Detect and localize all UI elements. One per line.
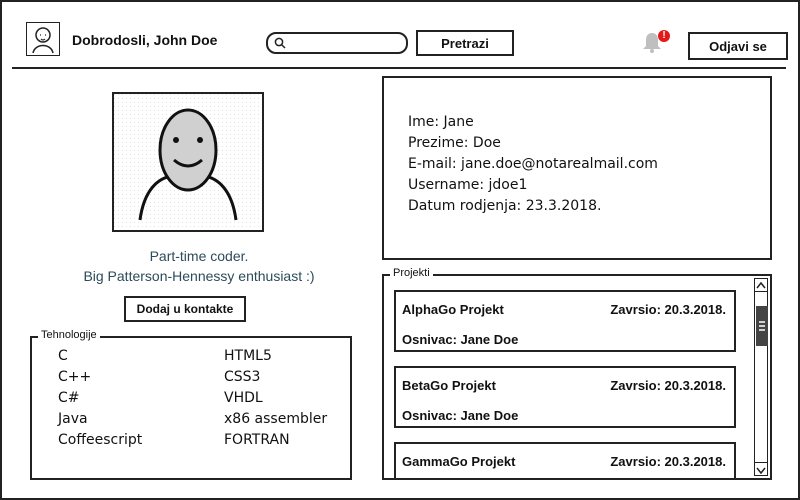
- project-completed: Zavrsio: 20.3.2018.: [610, 378, 726, 393]
- technology-item: CSS3: [224, 369, 261, 385]
- search-icon: [274, 36, 286, 49]
- project-owner: Osnivac: Jane Doe: [402, 408, 519, 423]
- technology-item: C++: [58, 369, 92, 385]
- scroll-thumb[interactable]: [756, 306, 768, 346]
- search-input[interactable]: [266, 32, 408, 54]
- project-card[interactable]: BetaGo Projekt Zavrsio: 20.3.2018. Osniv…: [394, 366, 736, 428]
- technologies-column-2: HTML5 CSS3 VHDL x86 assembler FORTRAN: [224, 346, 327, 451]
- profile-picture: [112, 92, 264, 232]
- add-contact-button[interactable]: Dodaj u kontakte: [124, 296, 246, 322]
- projects-box: AlphaGo Projekt Zavrsio: 20.3.2018. Osni…: [382, 274, 772, 480]
- bio-line: Part-time coder.: [149, 248, 249, 264]
- technology-item: Java: [58, 411, 88, 427]
- info-email: E-mail: jane.doe@notarealmail.com: [408, 156, 658, 172]
- technology-item: HTML5: [224, 348, 272, 364]
- info-birthdate: Datum rodjenja: 23.3.2018.: [408, 198, 602, 214]
- technology-item: FORTRAN: [224, 432, 290, 448]
- scroll-track[interactable]: [754, 292, 768, 462]
- project-name: BetaGo Projekt: [402, 378, 496, 393]
- user-info-box: Ime: Jane Prezime: Doe E-mail: jane.doe@…: [382, 76, 772, 260]
- project-card[interactable]: GammaGo Projekt Zavrsio: 20.3.2018.: [394, 442, 736, 478]
- technologies-box: C C++ C# Java Coffeescript HTML5 CSS3 VH…: [30, 336, 352, 480]
- header: Dobrodosli, John Doe Pretrazi ! Odjavi s…: [12, 12, 788, 68]
- projects-scrollbar[interactable]: [754, 278, 768, 478]
- technology-item: x86 assembler: [224, 411, 328, 427]
- info-first-name: Ime: Jane: [408, 114, 474, 130]
- project-completed: Zavrsio: 20.3.2018.: [610, 302, 726, 317]
- projects-title: Projekti: [390, 267, 433, 279]
- project-name: GammaGo Projekt: [402, 454, 516, 469]
- technology-item: Coffeescript: [58, 432, 143, 448]
- project-name: AlphaGo Projekt: [402, 302, 504, 317]
- header-divider: [12, 67, 786, 69]
- welcome-text: Dobrodosli, John Doe: [72, 32, 218, 48]
- search-button[interactable]: Pretrazi: [416, 30, 514, 56]
- user-info-lines: Ime: Jane Prezime: Doe E-mail: jane.doe@…: [408, 112, 658, 217]
- info-username: Username: jdoe1: [408, 177, 528, 193]
- technology-item: C#: [58, 390, 80, 406]
- project-card[interactable]: AlphaGo Projekt Zavrsio: 20.3.2018. Osni…: [394, 290, 736, 352]
- logout-button[interactable]: Odjavi se: [688, 32, 788, 60]
- scroll-up-button[interactable]: [754, 278, 768, 292]
- technology-item: C: [58, 348, 68, 364]
- technologies-column-1: C C++ C# Java Coffeescript: [58, 346, 142, 451]
- technologies-title: Tehnologije: [38, 329, 100, 341]
- notification-badge: !: [658, 30, 670, 42]
- project-owner: Osnivac: Jane Doe: [402, 332, 519, 347]
- bio-line: Big Patterson-Hennessy enthusiast :): [83, 268, 315, 284]
- user-avatar-icon[interactable]: [26, 22, 60, 56]
- bio-text: Part-time coder. Big Patterson-Hennessy …: [40, 246, 358, 286]
- info-last-name: Prezime: Doe: [408, 135, 501, 151]
- project-completed: Zavrsio: 20.3.2018.: [610, 454, 726, 469]
- scroll-down-button[interactable]: [754, 462, 768, 476]
- technology-item: VHDL: [224, 390, 263, 406]
